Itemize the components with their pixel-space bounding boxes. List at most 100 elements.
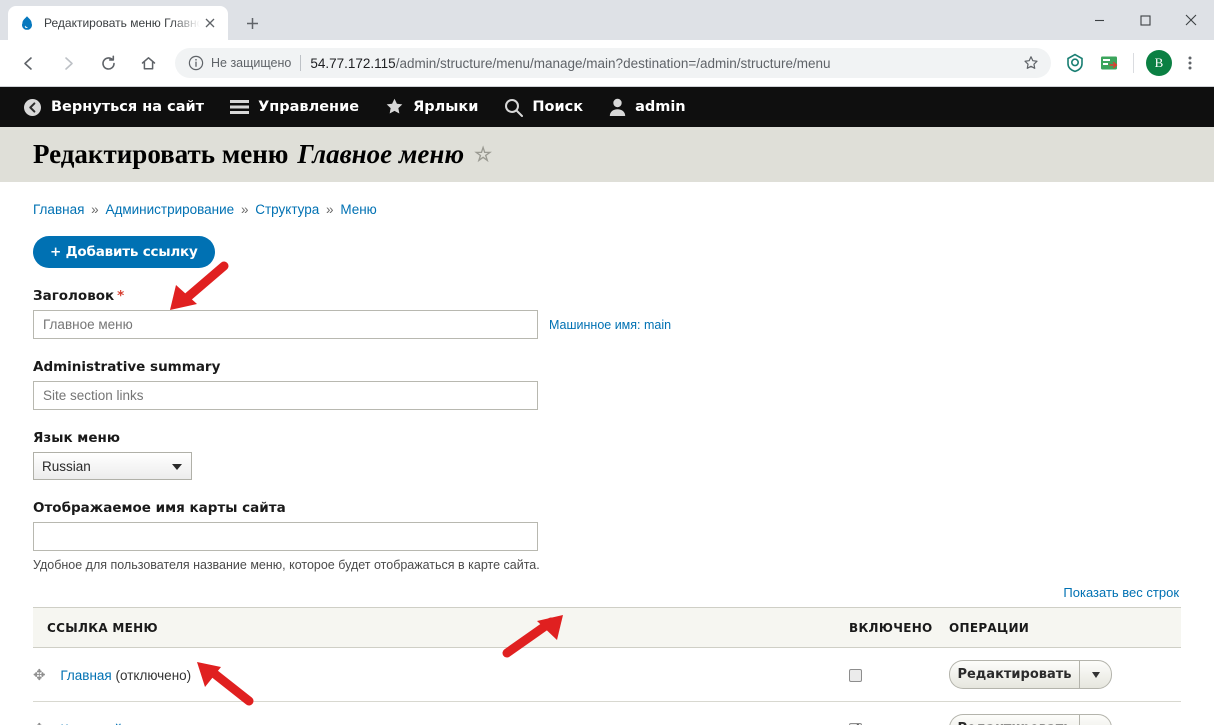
operations-dropdown-button[interactable] (1079, 660, 1112, 689)
form-filler-extension-icon[interactable] (1096, 50, 1122, 76)
drupal-admin-toolbar: Вернуться на сайт Управление Ярлыки Поис… (0, 87, 1214, 127)
column-header-operations: ОПЕРАЦИИ (949, 607, 1181, 648)
table-row: ✥ Карта сайта Редактировать (33, 701, 1181, 726)
menu-links-table: ССЫЛКА МЕНЮ ВКЛЮЧЕНО ОПЕРАЦИИ ✥ Главная … (33, 607, 1181, 725)
tab-title: Редактировать меню Главное м (44, 16, 200, 30)
column-header-enabled: ВКЛЮЧЕНО (849, 607, 949, 648)
title-field-row: Машинное имя: main (33, 310, 1181, 339)
operations-cell: Редактировать (949, 647, 1181, 702)
table-row: ✥ Главная (отключено) Редактировать (33, 647, 1181, 702)
column-header-menu-link: ССЫЛКА МЕНЮ (33, 607, 849, 648)
breadcrumb-separator: » (326, 202, 334, 217)
window-controls (1076, 0, 1214, 40)
show-row-weights-link[interactable]: Показать вес строк (33, 585, 1181, 600)
shield-extension-icon[interactable] (1062, 50, 1088, 76)
menu-link-label[interactable]: Карта сайта (60, 722, 135, 726)
menu-language-select[interactable]: Russian (33, 452, 192, 480)
breadcrumb-separator: » (240, 202, 249, 217)
tab-strip: Редактировать меню Главное м (0, 0, 1214, 40)
table-header-row: ССЫЛКА МЕНЮ ВКЛЮЧЕНО ОПЕРАЦИИ (33, 607, 1181, 648)
operations-button-group: Редактировать (949, 660, 1112, 689)
chevron-down-icon (172, 464, 182, 470)
breadcrumb-item-home[interactable]: Главная (33, 202, 84, 217)
edit-button[interactable]: Редактировать (949, 660, 1079, 689)
back-button[interactable] (13, 48, 43, 78)
enabled-checkbox[interactable] (849, 668, 862, 682)
edit-button[interactable]: Редактировать (949, 714, 1079, 725)
breadcrumb: Главная » Администрирование » Структура … (33, 182, 1181, 217)
breadcrumb-item-administration[interactable]: Администрирование (105, 202, 234, 217)
window-close-button[interactable] (1168, 0, 1214, 40)
sitemap-name-label: Отображаемое имя карты сайта (33, 500, 286, 516)
url-text: 54.77.172.115/admin/structure/menu/manag… (310, 56, 830, 71)
toolbar-divider (1133, 53, 1134, 73)
page-title-band: Редактировать меню Главное меню ☆ (0, 127, 1214, 182)
close-icon[interactable] (200, 13, 220, 33)
hamburger-icon (230, 99, 250, 115)
back-circle-icon (23, 98, 42, 117)
menu-language-selected-value: Russian (42, 458, 91, 474)
browser-window: Редактировать меню Главное м (0, 0, 1214, 726)
address-bar[interactable]: Не защищено 54.77.172.115/admin/structur… (175, 48, 1051, 78)
bookmark-star-icon[interactable] (1017, 49, 1045, 77)
admin-summary-input[interactable] (33, 381, 538, 410)
table-head: ССЫЛКА МЕНЮ ВКЛЮЧЕНО ОПЕРАЦИИ (33, 607, 1181, 648)
required-marker: * (117, 288, 125, 304)
toolbar-label: Ярлыки (413, 99, 479, 115)
machine-name-prefix: Машинное имя: (549, 317, 641, 332)
url-host: 54.77.172.115 (310, 55, 396, 71)
menu-link-note: (отключено) (115, 667, 192, 683)
maximize-button[interactable] (1122, 0, 1168, 40)
enabled-checkbox[interactable] (849, 721, 862, 725)
admin-summary-label: Administrative summary (33, 359, 221, 375)
browser-tab[interactable]: Редактировать меню Главное м (8, 6, 228, 40)
chrome-menu-icon[interactable] (1177, 50, 1203, 76)
security-status-label: Не защищено (211, 56, 292, 70)
minimize-button[interactable] (1076, 0, 1122, 40)
chevron-down-icon (1091, 671, 1100, 678)
breadcrumb-item-menu[interactable]: Меню (340, 202, 377, 217)
page-title-emphasis: Главное меню (297, 139, 465, 169)
toolbar-item-back-to-site[interactable]: Вернуться на сайт (10, 87, 217, 127)
title-input[interactable] (33, 310, 538, 339)
breadcrumb-separator: » (91, 202, 99, 217)
table-body: ✥ Главная (отключено) Редактировать ✔ (33, 647, 1181, 726)
toolbar-label: admin (635, 99, 686, 115)
page-content: Главная » Администрирование » Структура … (0, 182, 1214, 725)
title-field-label-text: Заголовок (33, 288, 115, 304)
search-icon (504, 98, 524, 117)
drag-handle-icon[interactable]: ✥ (33, 720, 46, 726)
machine-name-display: Машинное имя: main (549, 318, 671, 332)
enabled-cell (849, 647, 949, 702)
reload-button[interactable] (93, 48, 123, 78)
enabled-cell (849, 701, 949, 725)
sitemap-name-description: Удобное для пользователя название меню, … (33, 558, 540, 572)
menu-language-label: Язык меню (33, 430, 120, 446)
toolbar-item-user[interactable]: admin (596, 87, 699, 127)
toolbar-item-manage[interactable]: Управление (217, 87, 372, 127)
toolbar-label: Вернуться на сайт (51, 99, 205, 115)
drupal-droplet-icon (19, 15, 35, 31)
sitemap-name-input[interactable] (33, 522, 538, 551)
menu-link-label[interactable]: Главная (60, 668, 111, 683)
toolbar-label: Управление (258, 99, 360, 115)
home-button[interactable] (133, 48, 163, 78)
page-viewport: Вернуться на сайт Управление Ярлыки Поис… (0, 87, 1214, 725)
profile-avatar[interactable]: B (1146, 50, 1172, 76)
user-icon (609, 98, 626, 116)
breadcrumb-item-structure[interactable]: Структура (255, 202, 319, 217)
menu-link-cell: ✥ Главная (отключено) (33, 647, 849, 702)
toolbar-item-shortcuts[interactable]: Ярлыки (372, 87, 491, 127)
page-title-prefix: Редактировать меню (33, 139, 289, 169)
forward-button[interactable] (53, 48, 83, 78)
toolbar-item-search[interactable]: Поиск (491, 87, 596, 127)
omnibox-divider (300, 55, 302, 71)
title-field-label: Заголовок * (33, 288, 1181, 304)
add-link-button[interactable]: + Добавить ссылку (33, 236, 215, 268)
new-tab-button[interactable] (238, 9, 266, 37)
drag-handle-icon[interactable]: ✥ (33, 666, 46, 684)
favorite-star-icon[interactable]: ☆ (474, 142, 492, 167)
operations-dropdown-button[interactable] (1079, 714, 1112, 725)
url-path: /admin/structure/menu/manage/main?destin… (395, 55, 831, 71)
star-icon (385, 98, 404, 116)
